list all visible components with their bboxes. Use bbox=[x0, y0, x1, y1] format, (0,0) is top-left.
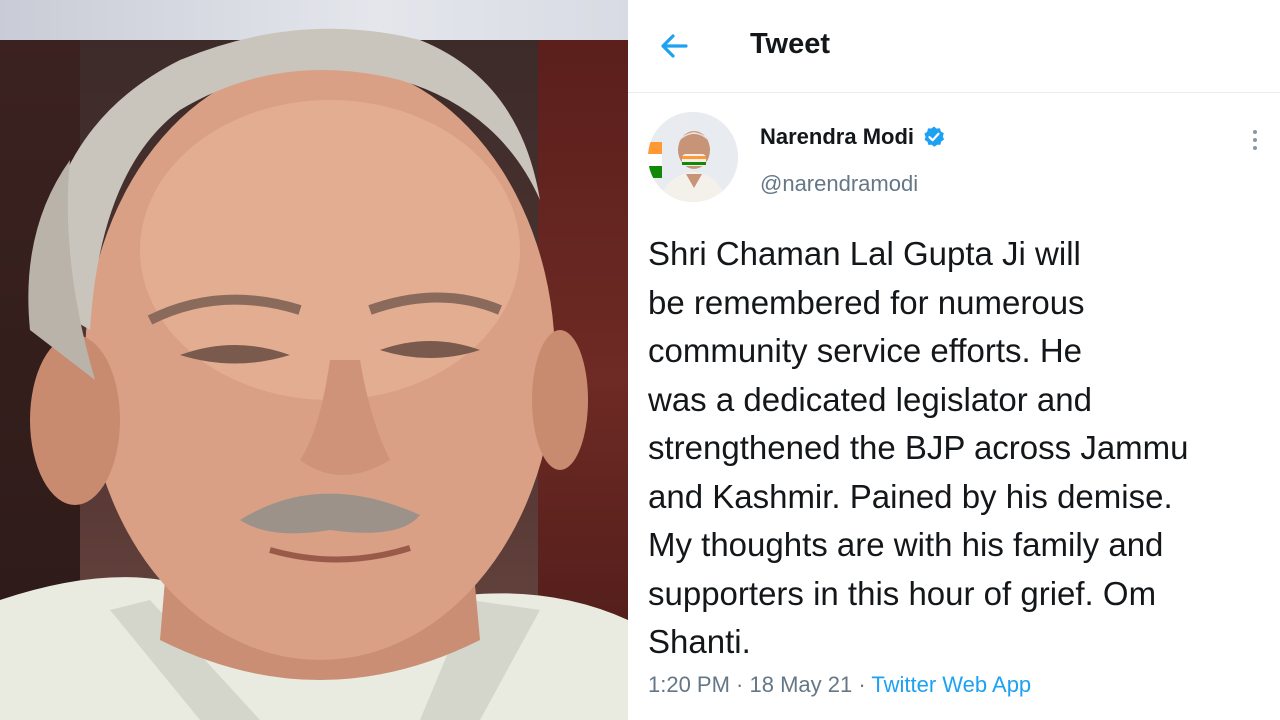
portrait-illustration bbox=[0, 28, 628, 720]
tweet-line: strengthened the BJP across Jammu bbox=[648, 429, 1189, 466]
tweet-panel: Tweet Narendra Modi @narendramodi Shri C… bbox=[628, 0, 1280, 720]
tweet-line: community service efforts. He bbox=[648, 332, 1083, 369]
back-arrow-icon[interactable] bbox=[656, 28, 692, 64]
tweet-text: Shri Chaman Lal Gupta Ji will be remembe… bbox=[648, 230, 1278, 667]
tweet-source-app[interactable]: Twitter Web App bbox=[871, 672, 1031, 697]
page-title: Tweet bbox=[750, 28, 831, 60]
tweet-line: Shri Chaman Lal Gupta Ji will bbox=[648, 235, 1081, 272]
tweet-line: Shanti. bbox=[648, 623, 751, 660]
more-vertical-icon[interactable] bbox=[1248, 126, 1262, 156]
tweet-header: Tweet bbox=[628, 0, 1280, 93]
author-handle[interactable]: @narendramodi bbox=[760, 171, 918, 197]
avatar-image bbox=[648, 112, 738, 202]
portrait-photo bbox=[0, 0, 628, 720]
tweet-line: My thoughts are with his family and bbox=[648, 526, 1164, 563]
author-name-row: Narendra Modi bbox=[760, 124, 946, 150]
verified-badge-icon bbox=[924, 126, 945, 147]
tweet-line: be remembered for numerous bbox=[648, 283, 1085, 321]
tweet-date[interactable]: 18 May 21 bbox=[750, 672, 853, 697]
meta-separator: · bbox=[852, 672, 872, 697]
avatar[interactable] bbox=[648, 112, 738, 202]
tweet-line: and Kashmir. Pained by his demise. bbox=[648, 477, 1173, 515]
tweet-line: was a dedicated legislator and bbox=[648, 380, 1092, 418]
meta-separator: · bbox=[729, 672, 750, 697]
tweet-line: supporters in this hour of grief. Om bbox=[648, 574, 1157, 612]
tweet-meta: 1:20 PM · 18 May 21 · Twitter Web App bbox=[648, 672, 1031, 698]
author-name[interactable]: Narendra Modi bbox=[760, 124, 914, 150]
tweet-time[interactable]: 1:20 PM bbox=[648, 672, 730, 697]
